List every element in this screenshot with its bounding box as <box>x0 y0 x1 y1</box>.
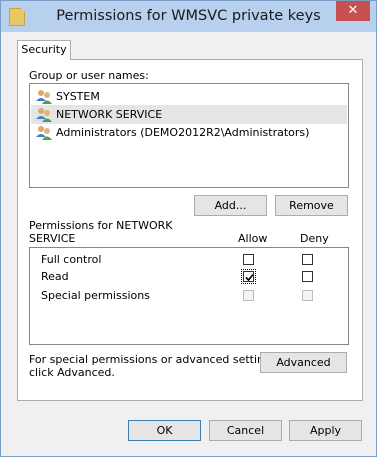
list-item-administrators[interactable]: Administrators (DEMO2012R2\Administrator… <box>31 123 347 142</box>
tab-security[interactable]: Security <box>17 40 71 60</box>
remove-button[interactable]: Remove <box>275 195 348 216</box>
close-button[interactable]: ✕ <box>336 1 370 21</box>
user-group-icon <box>36 108 52 122</box>
permissions-dialog: Permissions for WMSVC private keys ✕ Sec… <box>0 0 377 457</box>
user-group-icon <box>36 90 52 104</box>
permissions-label-line1: Permissions for NETWORK <box>29 219 173 232</box>
user-name: NETWORK SERVICE <box>56 108 163 121</box>
permission-full-control: Full control <box>41 253 102 266</box>
allow-column-header: Allow <box>238 232 268 245</box>
full-control-deny-checkbox[interactable] <box>302 254 313 265</box>
permissions-label-line2: SERVICE <box>29 232 76 245</box>
list-item-network-service[interactable]: NETWORK SERVICE <box>31 105 347 124</box>
list-item-system[interactable]: SYSTEM <box>31 87 347 106</box>
advanced-help-line1: For special permissions or advanced sett… <box>29 353 281 366</box>
permission-read: Read <box>41 270 69 283</box>
user-name: Administrators (DEMO2012R2\Administrator… <box>56 126 310 139</box>
add-button[interactable]: Add... <box>194 195 267 216</box>
permissions-list: Full control Read Special permissions <box>29 247 349 345</box>
advanced-button[interactable]: Advanced <box>260 352 347 373</box>
read-allow-checkbox[interactable] <box>241 269 256 284</box>
apply-button[interactable]: Apply <box>289 420 362 441</box>
group-names-label: Group or user names: <box>29 69 149 82</box>
cancel-button[interactable]: Cancel <box>209 420 282 441</box>
title-bar: Permissions for WMSVC private keys ✕ <box>1 1 376 32</box>
ok-button[interactable]: OK <box>128 420 201 441</box>
user-name: SYSTEM <box>56 90 100 103</box>
full-control-allow-checkbox[interactable] <box>243 254 254 265</box>
read-deny-checkbox[interactable] <box>302 271 313 282</box>
user-list[interactable]: SYSTEM NETWORK SERVICE Administrators (D… <box>29 83 349 188</box>
user-group-icon <box>36 126 52 140</box>
special-allow-checkbox <box>243 290 254 301</box>
special-deny-checkbox <box>302 290 313 301</box>
checkmark-icon <box>245 273 254 282</box>
advanced-help-line2: click Advanced. <box>29 366 115 379</box>
permission-special: Special permissions <box>41 289 150 302</box>
deny-column-header: Deny <box>300 232 329 245</box>
window-title: Permissions for WMSVC private keys <box>56 8 321 24</box>
